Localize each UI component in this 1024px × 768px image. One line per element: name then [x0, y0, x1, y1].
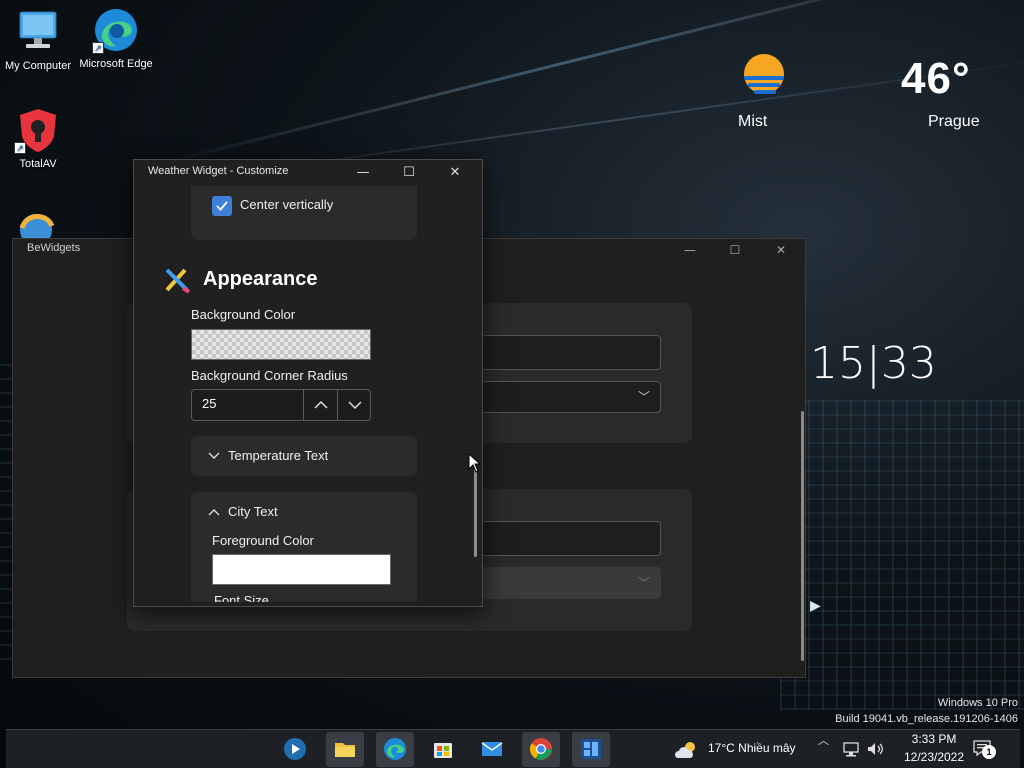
font-size-label: Font Size [214, 593, 269, 602]
taskbar-clock-time[interactable]: 3:33 PM [899, 732, 969, 746]
close-button[interactable]: ✕ [758, 239, 804, 261]
media-player-icon [284, 738, 306, 760]
taskbar-chrome[interactable] [522, 732, 560, 767]
store-icon [434, 743, 452, 758]
chevron-up-icon[interactable]: ︿ [818, 732, 829, 748]
appearance-icon [163, 266, 191, 294]
taskbar: 17°C Nhiều mây ︿ 3:33 PM 12/23/2022 [6, 729, 1020, 768]
shortcut-arrow-icon: ↗ [14, 142, 26, 154]
chevron-down-icon [208, 452, 220, 459]
temperature-text-expander[interactable]: Temperature Text [191, 436, 417, 476]
network-icon[interactable] [842, 741, 860, 757]
dropdown[interactable]: ﹀ [481, 381, 661, 413]
scrollbar[interactable] [801, 411, 804, 661]
bewidgets-icon [14, 208, 55, 246]
shield-icon: ↗ [14, 106, 62, 154]
minimize-button[interactable]: — [667, 239, 713, 261]
background-color-picker[interactable] [191, 329, 371, 360]
edge-icon [384, 738, 406, 760]
center-vertically-checkbox[interactable] [212, 196, 232, 216]
taskbar-store[interactable] [424, 732, 462, 767]
chrome-icon [530, 738, 552, 760]
customize-title: Weather Widget - Customize [148, 165, 289, 177]
watermark-edition: Windows 10 Pro [937, 697, 1018, 709]
volume-icon[interactable] [866, 741, 884, 757]
text-field[interactable] [481, 521, 661, 556]
chevron-down-icon: ﹀ [637, 576, 650, 590]
weather-city: Prague [928, 113, 980, 130]
corner-radius-numberbox[interactable]: 25 [191, 389, 371, 421]
desktop-icon-my-computer[interactable]: My Computer [0, 8, 76, 72]
close-button[interactable]: ✕ [432, 160, 478, 186]
temperature-text-label: Temperature Text [228, 448, 329, 463]
chevron-down-icon: ﹀ [637, 390, 650, 404]
play-arrow-icon: ▶ [810, 598, 821, 614]
checkmark-icon [216, 201, 228, 211]
taskbar-mail[interactable] [473, 732, 511, 767]
appearance-heading: Appearance [203, 268, 318, 290]
foreground-color-picker[interactable] [212, 554, 391, 585]
computer-icon [14, 8, 62, 56]
taskbar-file-explorer[interactable] [326, 732, 364, 767]
minimize-button[interactable]: — [340, 160, 386, 186]
city-text-label: City Text [228, 504, 278, 519]
edge-icon: ↗ [92, 6, 140, 54]
city-text-expander[interactable]: City Text Foreground Color Font Size [191, 492, 417, 602]
chevron-up-icon [208, 509, 220, 516]
text-field[interactable] [481, 335, 661, 370]
bewidgets-icon [581, 739, 601, 759]
taskbar-media-player[interactable] [276, 732, 314, 767]
foreground-color-label: Foreground Color [212, 533, 314, 548]
customize-content: Center vertically Appearance Background … [134, 186, 482, 602]
mail-icon [481, 742, 503, 756]
watermark-build: Build 19041.vb_release.191206-1406 [835, 713, 1018, 725]
desktop-icon-totalav[interactable]: ↗ TotalAV [0, 106, 76, 170]
chevron-up-icon [313, 400, 328, 409]
cloudy-weather-icon [675, 742, 695, 758]
weather-condition: Mist [738, 113, 768, 130]
desktop-icon-label: My Computer [4, 60, 72, 72]
increment-button[interactable] [303, 390, 337, 420]
shortcut-arrow-icon: ↗ [92, 42, 104, 54]
taskbar-edge[interactable] [376, 732, 414, 767]
chevron-down-icon [347, 401, 362, 410]
desktop-icon-bewidgets[interactable] [14, 208, 90, 246]
taskbar-bewidgets[interactable] [572, 732, 610, 767]
mouse-cursor-icon [468, 452, 482, 477]
decrement-button[interactable] [337, 390, 371, 420]
scrollbar[interactable] [474, 469, 477, 557]
desktop-icon-label: Microsoft Edge [79, 58, 153, 70]
desktop-icon-label: TotalAV [19, 158, 57, 170]
bewidgets-title: BeWidgets [27, 242, 81, 254]
background-color-label: Background Color [191, 307, 296, 322]
corner-radius-label: Background Corner Radius [191, 368, 348, 383]
taskbar-clock-date[interactable]: 12/23/2022 [887, 750, 981, 764]
wallpaper-light-ray [133, 0, 1007, 172]
maximize-button[interactable]: ☐ [386, 160, 432, 186]
wallpaper-grid [780, 400, 1024, 710]
corner-radius-value: 25 [202, 396, 217, 411]
maximize-button[interactable]: ☐ [712, 239, 758, 261]
notification-badge: 1 [982, 745, 996, 759]
center-vertically-label: Center vertically [240, 197, 334, 212]
customize-titlebar[interactable]: Weather Widget - Customize — ☐ ✕ [134, 160, 482, 186]
customize-window[interactable]: Weather Widget - Customize — ☐ ✕ Center … [133, 159, 483, 607]
file-explorer-icon [335, 743, 355, 757]
desktop-icon-microsoft-edge[interactable]: ↗ Microsoft Edge [78, 6, 154, 70]
taskbar-weather-text[interactable]: 17°C Nhiều mây [708, 741, 796, 755]
sun-mist-icon [740, 52, 788, 100]
dropdown-disabled[interactable]: ﹀ [481, 567, 661, 599]
clock-widget-time: 15|33 [810, 338, 937, 389]
weather-temperature: 46° [901, 54, 971, 103]
